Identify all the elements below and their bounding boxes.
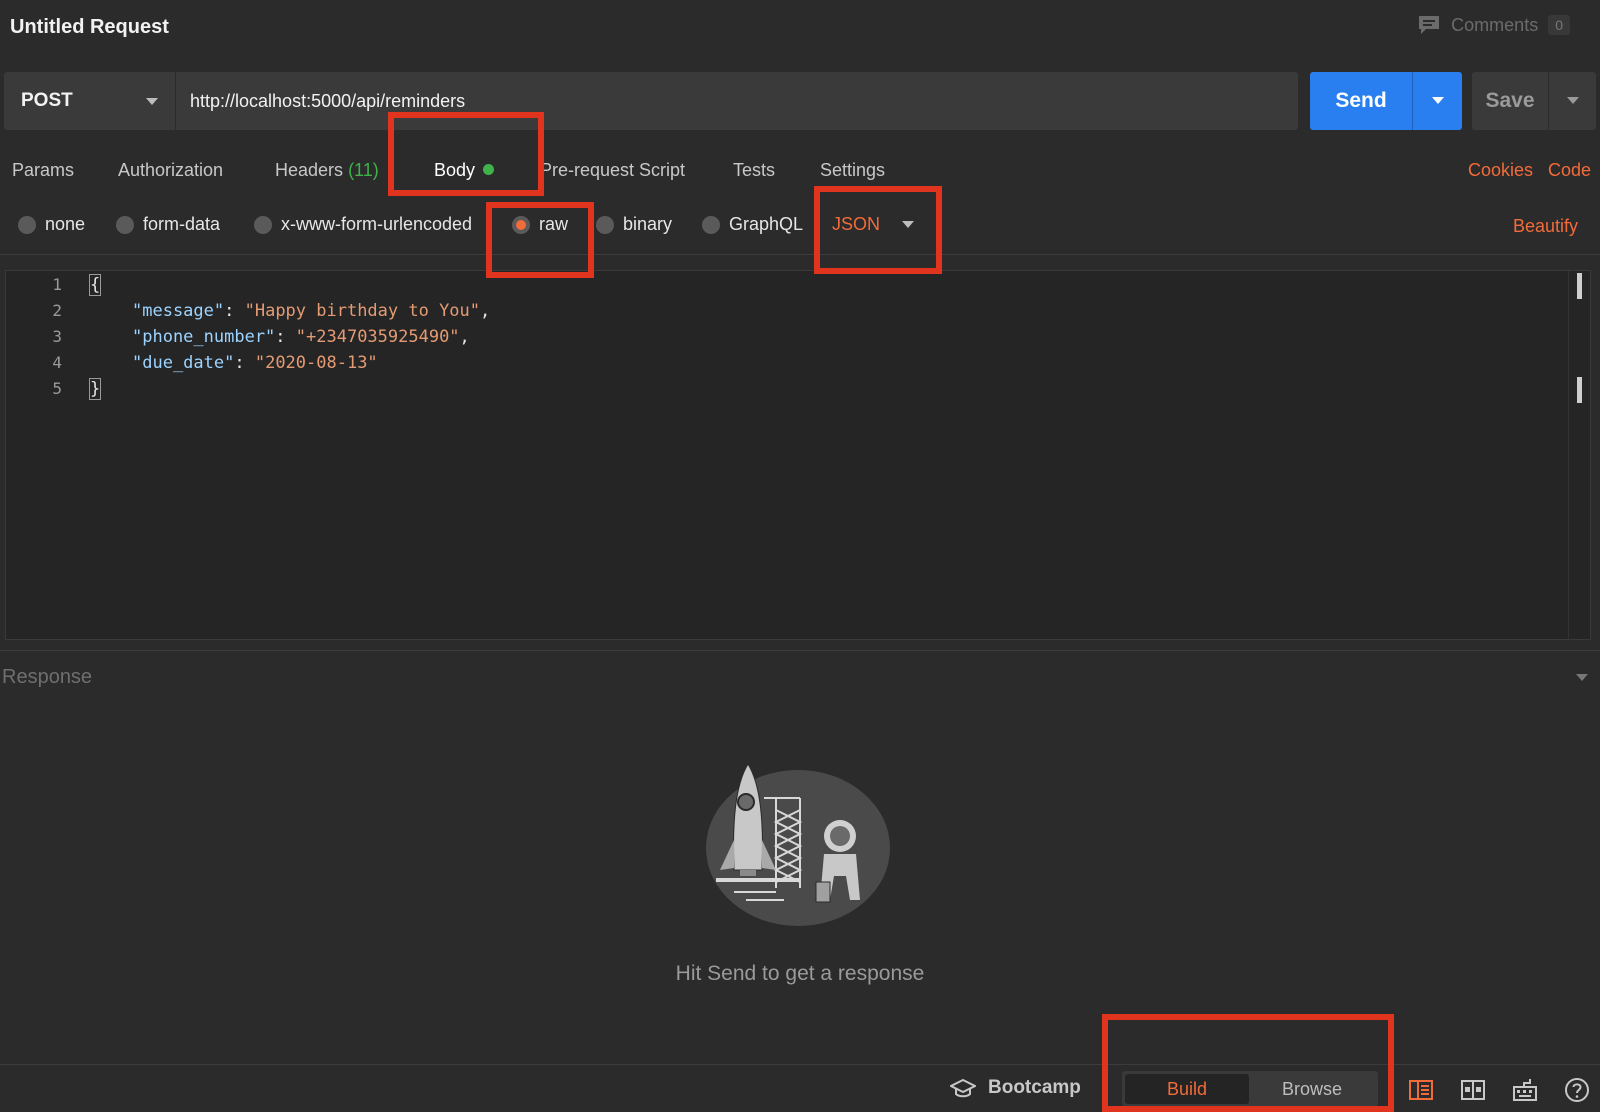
send-button[interactable]: Send [1310, 72, 1412, 130]
request-tabs: Params Authorization Headers (11) Body P… [0, 150, 1600, 190]
json-value: "+2347035925490" [295, 327, 460, 347]
code-line: "message": "Happy birthday to You", [132, 301, 491, 321]
radio-button [18, 215, 36, 234]
chevron-down-icon [1431, 97, 1444, 104]
radio-label: GraphQL [729, 214, 804, 234]
radio-button [254, 215, 272, 234]
code-line: { [88, 274, 102, 296]
single-pane-layout-icon[interactable] [1408, 1077, 1434, 1103]
keyboard-shortcuts-icon[interactable] [1512, 1077, 1538, 1103]
line-gutter: 1 2 3 4 5 [6, 271, 78, 639]
code-line: "due_date": "2020-08-13" [132, 353, 378, 373]
tab-headers[interactable]: Headers (11) [275, 160, 379, 181]
radio-x-www-form-urlencoded[interactable]: x-www-form-urlencoded [254, 214, 472, 235]
tab-tests[interactable]: Tests [733, 160, 775, 181]
comments-count: 0 [1548, 15, 1570, 35]
chevron-down-icon [146, 98, 158, 105]
divider [0, 650, 1600, 651]
body-type-options: none form-data x-www-form-urlencoded raw… [0, 206, 1600, 246]
line-number: 3 [52, 327, 62, 346]
comment-icon [1419, 16, 1440, 34]
method-select[interactable]: POST [4, 72, 176, 130]
body-editor[interactable]: 1 2 3 4 5 { "message": "Happy birthday t… [5, 270, 1591, 640]
chevron-down-icon [1566, 97, 1579, 104]
line-number: 4 [52, 353, 62, 372]
radio-button [702, 215, 720, 234]
bootcamp-button[interactable]: Bootcamp [950, 1077, 1081, 1099]
tab-authorization[interactable]: Authorization [118, 160, 223, 181]
annotation-box-body-tab [388, 112, 544, 196]
help-icon[interactable] [1564, 1077, 1590, 1103]
divider [0, 254, 1600, 255]
tab-params[interactable]: Params [12, 160, 74, 181]
radio-label: none [45, 214, 86, 234]
tab-headers-label: Headers [275, 160, 344, 180]
annotation-box-build-browse [1102, 1014, 1394, 1112]
radio-graphql[interactable]: GraphQL [702, 214, 803, 235]
json-value: "Happy birthday to You" [244, 301, 481, 321]
radio-button [596, 215, 614, 234]
radio-label: form-data [143, 214, 221, 234]
headers-count: (11) [348, 160, 379, 180]
comments-label: Comments [1451, 14, 1539, 35]
json-brace: } [88, 378, 102, 400]
send-options-button[interactable] [1412, 72, 1462, 130]
radio-label: x-www-form-urlencoded [281, 214, 473, 234]
tab-settings[interactable]: Settings [820, 160, 885, 181]
beautify-link[interactable]: Beautify [1513, 216, 1578, 237]
two-pane-layout-icon[interactable] [1460, 1077, 1486, 1103]
method-label: POST [21, 90, 73, 111]
scroll-marker [1577, 273, 1582, 299]
request-url-bar: POST Send Save [4, 72, 1596, 132]
cookies-link[interactable]: Cookies [1468, 160, 1533, 181]
tab-pre-request-script[interactable]: Pre-request Script [540, 160, 685, 181]
line-number: 2 [52, 301, 62, 320]
save-button[interactable]: Save [1472, 72, 1548, 130]
bootcamp-label: Bootcamp [988, 1077, 1081, 1098]
graduation-cap-icon [950, 1078, 976, 1098]
editor-scrollbar[interactable] [1568, 271, 1590, 639]
url-input[interactable] [176, 72, 1298, 130]
annotation-box-raw [486, 202, 594, 278]
line-number: 5 [52, 379, 62, 398]
json-key: "due_date" [132, 353, 235, 373]
annotation-box-json [814, 186, 942, 274]
comments-button[interactable]: Comments 0 [1417, 14, 1570, 36]
json-brace: { [88, 274, 102, 296]
scroll-marker [1577, 377, 1582, 403]
line-number: 1 [52, 275, 62, 294]
radio-label: binary [623, 214, 673, 234]
json-value: "2020-08-13" [254, 353, 378, 373]
response-hint: Hit Send to get a response [675, 962, 925, 985]
code-line: } [88, 378, 102, 400]
save-options-button[interactable] [1548, 72, 1596, 130]
radio-none[interactable]: none [18, 214, 85, 235]
json-key: "phone_number" [132, 327, 276, 347]
json-key: "message" [132, 301, 225, 321]
radio-form-data[interactable]: form-data [116, 214, 220, 235]
rocket-launch-illustration [706, 763, 890, 926]
request-title[interactable]: Untitled Request [10, 16, 169, 39]
code-link[interactable]: Code [1548, 160, 1591, 181]
radio-button [116, 215, 134, 234]
radio-binary[interactable]: binary [596, 214, 672, 235]
code-line: "phone_number": "+2347035925490", [132, 327, 470, 347]
chevron-down-icon[interactable] [1576, 674, 1588, 681]
response-header[interactable]: Response [2, 666, 92, 689]
title-bar: Untitled Request Comments 0 [0, 0, 1600, 60]
